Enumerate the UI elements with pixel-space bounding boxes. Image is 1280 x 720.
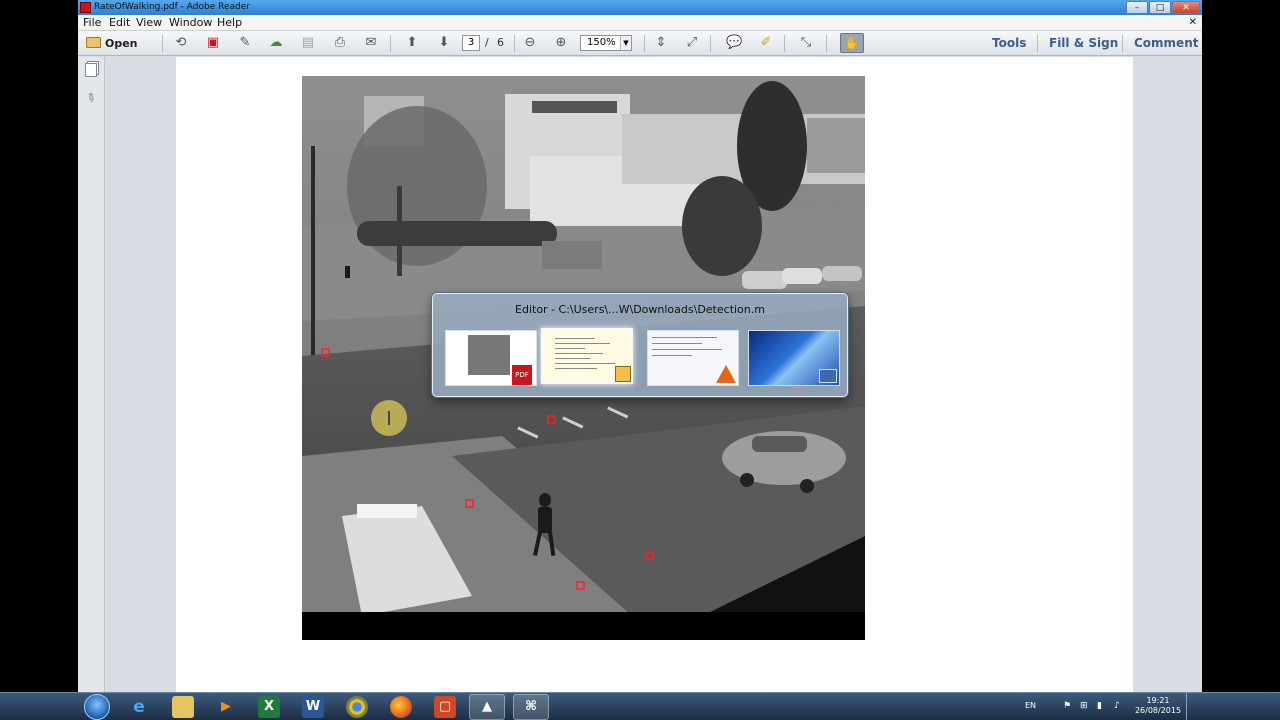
code-line (652, 337, 717, 338)
toolbar-separator (1037, 35, 1038, 52)
email-icon[interactable]: ✉ (363, 35, 379, 51)
code-line (652, 349, 722, 350)
code-line (555, 343, 610, 344)
language-indicator[interactable]: EN (1025, 701, 1036, 710)
tools-pane-link[interactable]: Tools (992, 35, 1026, 52)
pdf-thumb-image (468, 335, 510, 375)
excel-icon[interactable]: X (258, 696, 280, 718)
hand-icon[interactable]: ✋ (840, 33, 864, 53)
clock-date[interactable]: 26/08/2015 (1133, 706, 1183, 715)
menu-file[interactable]: File (83, 15, 101, 31)
close-document-icon[interactable]: ✕ (1189, 15, 1197, 31)
upload-icon[interactable]: ☁ (268, 35, 284, 51)
code-line (652, 355, 692, 356)
adobe-reader-app-icon[interactable] (80, 2, 91, 13)
menu-bar: File Edit View Window Help ✕ (78, 15, 1202, 31)
toolbar: Open ⟲ ▣ ✎ ☁ ▤ ⎙ ✉ ⬆ ⬇ 3 / 6 ⊖ ⊕ 150% ▼ … (78, 31, 1202, 56)
fill-sign-pane-link[interactable]: Fill & Sign (1049, 35, 1118, 52)
highlight-icon[interactable]: ✐ (758, 35, 774, 51)
word-icon[interactable]: W (302, 696, 324, 718)
pdf-window-thumbnail[interactable]: PDF (445, 330, 537, 386)
page-number-input[interactable]: 3 (462, 35, 480, 51)
code-line (652, 343, 702, 344)
edit-icon[interactable]: ✎ (237, 35, 253, 51)
menu-edit[interactable]: Edit (109, 15, 130, 31)
zoom-in-icon[interactable]: ⊕ (553, 35, 569, 51)
clock-time[interactable]: 19:21 (1138, 696, 1178, 705)
page-down-icon[interactable]: ⬇ (436, 35, 452, 51)
zoom-value: 150% (587, 37, 616, 48)
taskbar: e ▶ X W ▢ ▲ ⌘ EN ⚑ ⊞ ▮ ♪ 19:21 26/08/201… (0, 692, 1280, 720)
window-title: RateOfWalking.pdf - Adobe Reader (94, 2, 250, 12)
fullscreen-icon[interactable]: ⤡ (798, 35, 814, 51)
toolbar-separator (644, 35, 645, 52)
code-line (555, 368, 597, 369)
chrome-icon[interactable] (346, 696, 368, 718)
save-icon[interactable]: ▤ (300, 35, 316, 51)
windows-icon[interactable]: ⊞ (1080, 701, 1088, 711)
screen-border (1202, 0, 1280, 692)
chevron-down-icon[interactable]: ▼ (620, 36, 631, 50)
page-total: 6 (497, 36, 504, 49)
office-icon[interactable]: ▢ (434, 696, 456, 718)
toolbar-separator (390, 35, 391, 52)
desktop-screen: RateOfWalking.pdf - Adobe Reader – □ ✕ F… (0, 0, 1280, 720)
toolbar-separator (826, 35, 827, 52)
zoom-select[interactable]: 150% ▼ (580, 35, 632, 51)
toolbar-separator (514, 35, 515, 52)
title-bar[interactable]: RateOfWalking.pdf - Adobe Reader – □ ✕ (78, 0, 1202, 15)
create-pdf-icon[interactable]: ⟲ (173, 35, 189, 51)
switcher-title: Editor - C:\Users\...W\Downloads\Detecti… (515, 303, 765, 316)
code-line (555, 353, 603, 354)
comment-icon[interactable]: 💬 (726, 35, 742, 51)
media-player-icon[interactable]: ▶ (215, 696, 237, 718)
toolbar-separator (784, 35, 785, 52)
volume-icon[interactable]: ♪ (1114, 701, 1120, 711)
code-line (555, 348, 585, 349)
toolbar-separator (1122, 35, 1123, 52)
folder-icon (86, 37, 101, 48)
ie-icon[interactable]: e (128, 696, 150, 718)
close-button[interactable]: ✕ (1172, 1, 1200, 14)
open-button-label: Open (105, 37, 138, 50)
matlab-editor-icon (615, 366, 631, 382)
comment-pane-link[interactable]: Comment (1134, 35, 1198, 52)
firefox-icon[interactable] (390, 696, 412, 718)
menu-help[interactable]: Help (217, 15, 242, 31)
pdf-file-icon: PDF (512, 365, 532, 385)
flag-icon[interactable]: ⚑ (1063, 701, 1071, 711)
desktop-icon (819, 369, 837, 383)
export-pdf-icon[interactable]: ▣ (205, 35, 221, 51)
maximize-button[interactable]: □ (1149, 1, 1171, 14)
adobe-reader-icon[interactable]: ⌘ (513, 694, 549, 720)
navigation-pane: ✎ (78, 57, 105, 692)
toolbar-separator (710, 35, 711, 52)
page-separator: / (485, 36, 489, 49)
network-icon[interactable]: ▮ (1097, 701, 1102, 711)
desktop-thumbnail[interactable] (748, 330, 840, 386)
page-up-icon[interactable]: ⬆ (404, 35, 420, 51)
show-desktop-button[interactable] (1186, 693, 1202, 720)
matlab-icon[interactable]: ▲ (469, 694, 505, 720)
matlab-icon (716, 365, 736, 383)
matlab-editor-thumbnail[interactable] (541, 328, 633, 384)
fit-page-icon[interactable]: ⇕ (653, 35, 669, 51)
window-switcher: Editor - C:\Users\...W\Downloads\Detecti… (432, 293, 848, 397)
zoom-out-icon[interactable]: ⊖ (522, 35, 538, 51)
menu-view[interactable]: View (136, 15, 162, 31)
code-line (555, 358, 590, 359)
matlab-window-thumbnail[interactable] (647, 330, 739, 386)
open-button[interactable]: Open (86, 35, 138, 52)
page-thumbnails-icon[interactable] (85, 63, 97, 77)
menu-window[interactable]: Window (169, 15, 212, 31)
code-line (555, 338, 595, 339)
explorer-icon[interactable] (172, 696, 194, 718)
toolbar-separator (162, 35, 163, 52)
print-icon[interactable]: ⎙ (332, 35, 348, 51)
fit-width-icon[interactable]: ⤢ (684, 35, 700, 51)
minimize-button[interactable]: – (1126, 1, 1148, 14)
attachments-icon[interactable]: ✎ (83, 89, 99, 106)
code-line (555, 363, 615, 364)
start-button[interactable] (84, 694, 110, 720)
